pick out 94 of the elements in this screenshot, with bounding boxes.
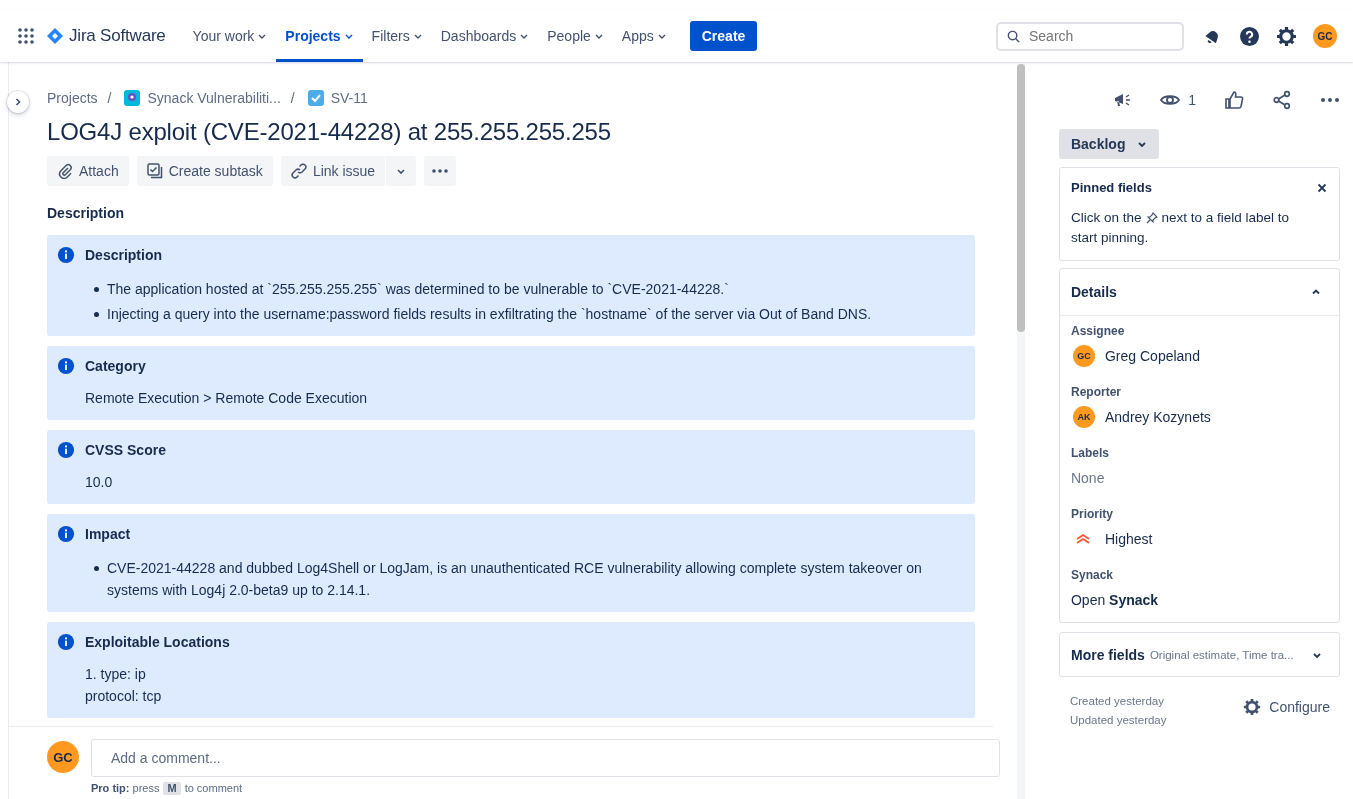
user-name[interactable]: Greg Copeland <box>1104 348 1200 364</box>
chevron-right-icon <box>13 97 23 107</box>
nav-menu[interactable]: Dashboards <box>431 10 539 62</box>
info-icon <box>57 246 75 264</box>
card-title: More fields <box>1070 646 1145 663</box>
panel-title: Description <box>85 247 162 263</box>
close-icon[interactable] <box>1317 182 1327 193</box>
info-icon <box>57 357 75 375</box>
link-icon <box>290 163 307 179</box>
comment-field[interactable]: Add a comment... <box>91 739 1000 777</box>
field-label: Labels <box>1070 446 1110 460</box>
issue-title[interactable]: LOG4J exploit (CVE-2021-44228) at 255.255.255.255 <box>47 118 969 146</box>
more-fields-hint: Original estimate, Time tra... <box>1149 648 1295 661</box>
app-grid-icon[interactable] <box>18 28 34 44</box>
nav-menu[interactable]: Apps <box>612 10 676 62</box>
hint-text: start pinning. <box>1070 229 1149 247</box>
bullet-icon <box>94 312 99 317</box>
create-subtask-button[interactable]: Create subtask <box>136 156 273 186</box>
gear-icon <box>1243 698 1262 716</box>
chevron-down-icon <box>396 166 407 176</box>
field-label: Reporter <box>1070 385 1122 399</box>
user-avatar[interactable]: GC <box>1313 24 1337 48</box>
settings-icon[interactable] <box>1276 25 1297 47</box>
create-button[interactable]: Create <box>689 21 758 51</box>
panel-text: Remote Execution > Remote Code Execution <box>85 389 369 408</box>
card-title: Pinned fields <box>1070 180 1152 195</box>
subtask-icon <box>146 163 163 179</box>
panel-title: Impact <box>85 526 131 542</box>
chevron-down-icon <box>1137 139 1148 149</box>
panel-title: CVSS Score <box>85 442 166 458</box>
more-icon <box>432 169 449 173</box>
bullet-icon <box>94 566 99 571</box>
info-icon <box>57 525 75 543</box>
nav-menu[interactable]: Projects <box>276 10 363 62</box>
watcher-count: 1 <box>1188 92 1196 108</box>
breadcrumb-link[interactable]: Synack Vulnerabiliti... <box>147 90 281 106</box>
synack-link[interactable]: Open Synack <box>1070 592 1159 608</box>
user-name[interactable]: Andrey Kozynets <box>1104 409 1211 425</box>
bullet-text: CVE-2021-44228 and dubbed Log4Shell or LogJam, is an unauthenticated RCE vulnerability allowing complete system takeover on systems with Log4j 2.0-beta9 up to 2.14.1. <box>107 559 923 600</box>
more-icon[interactable] <box>1320 97 1340 103</box>
breadcrumb-link[interactable]: Projects <box>47 90 98 106</box>
expand-sidebar-button[interactable] <box>7 91 29 113</box>
user-avatar: GC <box>47 741 79 773</box>
field-value[interactable]: Highest <box>1104 531 1153 547</box>
pro-tip-text: Pro tip: press <box>91 782 160 795</box>
section-heading: Description <box>47 205 125 221</box>
pin-icon <box>1145 212 1158 224</box>
help-icon[interactable] <box>1239 25 1260 47</box>
more-fields-card[interactable]: More fields Original estimate, Time tra... <box>1058 632 1340 677</box>
share-icon[interactable] <box>1272 90 1292 110</box>
task-checkbox-icon <box>307 90 324 106</box>
search-field[interactable]: Search <box>996 21 1184 51</box>
nav-menu[interactable]: People <box>538 10 613 62</box>
hint-text: next to a field label to <box>1161 209 1290 227</box>
status-dropdown[interactable]: Backlog <box>1058 129 1160 159</box>
panel-title: Exploitable Locations <box>85 634 230 650</box>
pro-tip-text: to comment <box>184 782 243 795</box>
paperclip-icon <box>57 163 73 179</box>
configure-button[interactable]: Configure <box>1243 695 1340 719</box>
link-issue-button[interactable]: Link issue <box>280 156 386 186</box>
product-name[interactable]: Jira Software <box>69 26 166 46</box>
more-actions-button[interactable] <box>424 156 457 186</box>
field-value[interactable]: None <box>1070 470 1105 486</box>
info-icon <box>57 441 75 459</box>
field-label: Synack <box>1070 568 1114 582</box>
keyboard-key: M <box>163 782 181 795</box>
field-label: Assignee <box>1070 324 1126 338</box>
breadcrumb-link[interactable]: SV-11 <box>330 90 368 106</box>
panel-text: 10.0 <box>85 473 114 492</box>
panel-text: 1. type: ip <box>85 665 147 684</box>
breadcrumb-separator: / <box>290 90 295 106</box>
updated-date: Updated yesterday <box>1069 714 1167 726</box>
user-avatar: GC <box>1072 345 1095 367</box>
nav-menu[interactable]: Your work <box>183 10 277 62</box>
field-label: Priority <box>1070 507 1114 521</box>
card-title: Details <box>1070 284 1117 300</box>
panel-text: protocol: tcp <box>85 687 163 706</box>
collapse-chevron-icon[interactable] <box>1311 287 1321 297</box>
priority-highest-icon <box>1074 533 1091 545</box>
created-date: Created yesterday <box>1069 695 1165 707</box>
breadcrumb-separator: / <box>107 90 112 106</box>
bullet-text: Injecting a query into the username:password fields results in exfiltrating the `hostname` of the server via Out of Band DNS. <box>107 305 872 324</box>
hint-text: Click on the <box>1070 209 1142 227</box>
scrollbar-thumb[interactable] <box>1017 64 1025 332</box>
bullet-icon <box>94 287 99 292</box>
info-icon <box>57 633 75 651</box>
nav-menu[interactable]: Filters <box>362 10 432 62</box>
diamond-logo-icon <box>47 28 63 44</box>
user-avatar: AK <box>1072 406 1095 428</box>
panel-title: Category <box>85 358 146 374</box>
project-avatar-icon <box>124 90 141 106</box>
thumbs-up-icon[interactable] <box>1224 90 1244 110</box>
attach-button[interactable]: Attach <box>47 156 129 186</box>
bullet-text: The application hosted at `255.255.255.255` was determined to be vulnerable to `CVE-2021-44228.` <box>107 280 729 299</box>
